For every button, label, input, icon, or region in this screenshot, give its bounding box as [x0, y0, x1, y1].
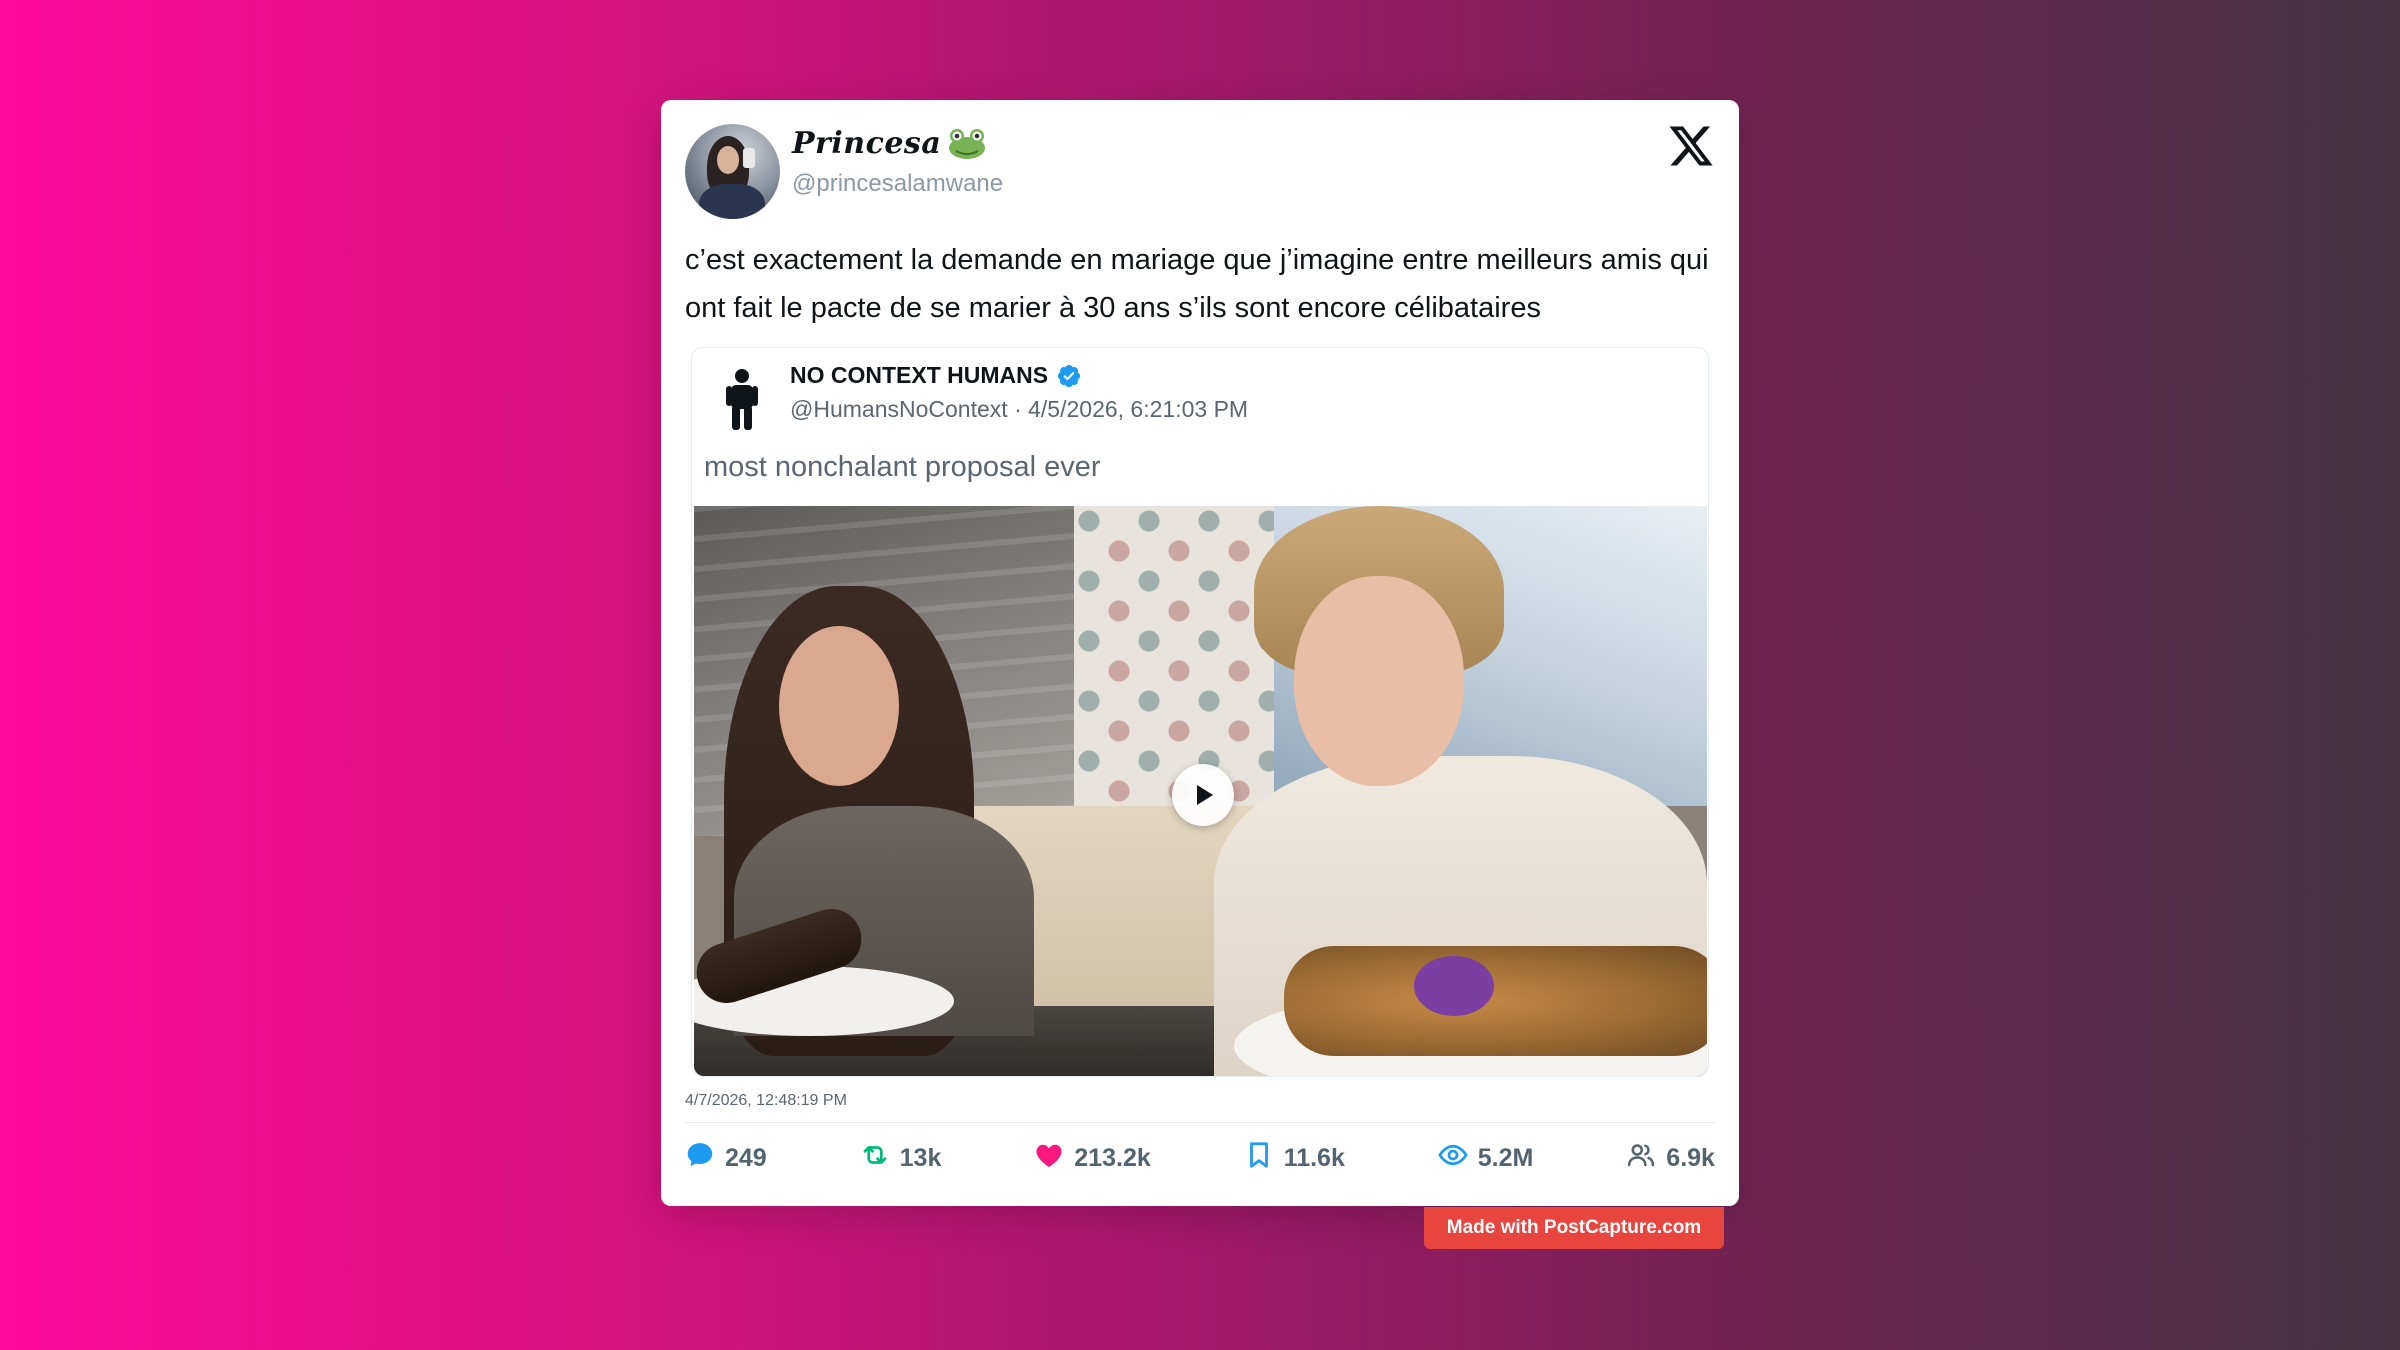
tweet-text: c’est exactement la demande en mariage q…: [685, 244, 1709, 324]
retweet-icon: [860, 1140, 890, 1177]
reply-count: 249: [725, 1143, 767, 1172]
retweet-count: 13k: [899, 1143, 942, 1172]
quotes-count: 6.9k: [1666, 1143, 1715, 1172]
heart-icon: [1034, 1140, 1064, 1177]
users-icon: [1626, 1140, 1656, 1177]
play-button[interactable]: [1172, 764, 1234, 826]
frog-face-icon: [947, 127, 987, 161]
retweet-stat[interactable]: 13k: [860, 1140, 942, 1177]
x-logo-icon[interactable]: [1667, 122, 1715, 170]
tweet-timestamp[interactable]: 4/7/2026, 12:48:19 PM: [685, 1092, 847, 1110]
like-stat[interactable]: 213.2k: [1034, 1140, 1151, 1177]
quoted-video[interactable]: [694, 506, 1707, 1076]
author-name-row: Princesa: [792, 126, 987, 161]
quoted-display-name[interactable]: NO CONTEXT HUMANS: [790, 362, 1048, 389]
author-avatar[interactable]: [685, 124, 780, 219]
reply-icon: [685, 1140, 715, 1177]
meta-separator: ·: [1014, 396, 1022, 422]
quoted-name-row: NO CONTEXT HUMANS: [790, 362, 1082, 389]
verified-badge-icon: [1056, 363, 1082, 389]
quoted-date[interactable]: 4/5/2026, 6:21:03 PM: [1028, 396, 1248, 422]
views-stat[interactable]: 5.2M: [1438, 1140, 1534, 1177]
views-count: 5.2M: [1477, 1143, 1534, 1172]
quoted-author-avatar[interactable]: [722, 368, 762, 432]
engagement-stats: 249 13k 213.2k 11.6k 5.2M 6.9k: [685, 1138, 1715, 1178]
tweet-card: Princesa @princesalamwane c’est exacteme…: [661, 100, 1739, 1206]
play-icon: [1197, 785, 1213, 805]
bookmark-stat[interactable]: 11.6k: [1244, 1140, 1345, 1177]
quoted-text: most nonchalant proposal ever: [704, 451, 1101, 483]
author-handle[interactable]: @princesalamwane: [792, 170, 1003, 198]
postcapture-watermark-badge[interactable]: Made with PostCapture.com: [1424, 1207, 1724, 1249]
quoted-handle[interactable]: @HumansNoContext: [790, 396, 1008, 422]
divider: [685, 1122, 1715, 1123]
quotes-stat[interactable]: 6.9k: [1626, 1140, 1715, 1177]
quoted-tweet[interactable]: NO CONTEXT HUMANS @HumansNoContext · 4/5…: [691, 347, 1709, 1077]
like-count: 213.2k: [1074, 1143, 1151, 1172]
reply-stat[interactable]: 249: [685, 1140, 767, 1177]
bookmark-icon: [1244, 1140, 1274, 1177]
bookmark-count: 11.6k: [1283, 1143, 1345, 1172]
quoted-meta: @HumansNoContext · 4/5/2026, 6:21:03 PM: [790, 396, 1248, 423]
author-display-name[interactable]: Princesa: [792, 126, 941, 161]
eye-icon: [1438, 1140, 1468, 1177]
